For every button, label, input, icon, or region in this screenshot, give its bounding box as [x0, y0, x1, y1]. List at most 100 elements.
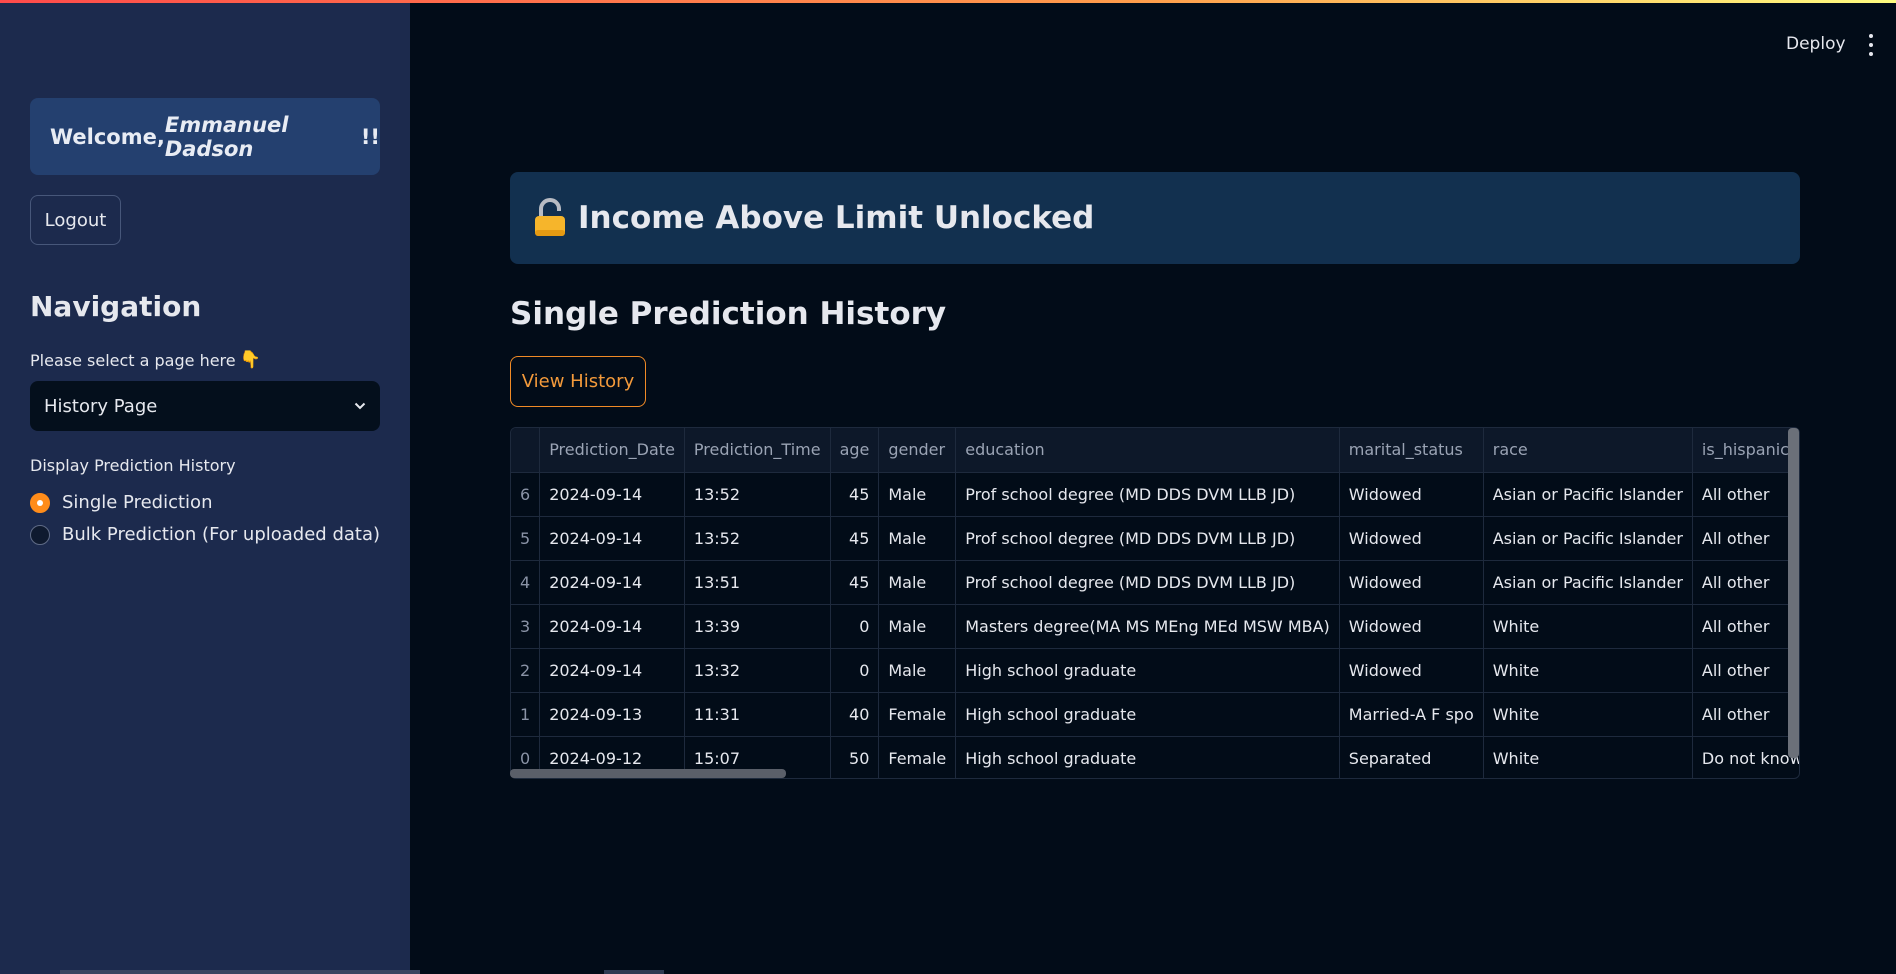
table-cell[interactable]: 13:51: [684, 560, 831, 605]
table-cell[interactable]: Asian or Pacific Islander: [1483, 516, 1693, 561]
table-cell[interactable]: White: [1483, 604, 1693, 649]
table-cell[interactable]: Widowed: [1339, 648, 1484, 693]
navigation-heading: Navigation: [30, 290, 202, 323]
table-cell[interactable]: Widowed: [1339, 516, 1484, 561]
table-cell[interactable]: 45: [830, 516, 880, 561]
table-cell[interactable]: Do not know: [1692, 736, 1799, 778]
page-select-label: Please select a page here 👇: [30, 350, 261, 370]
table-cell[interactable]: 0: [830, 604, 880, 649]
table-cell[interactable]: High school graduate: [955, 736, 1340, 778]
table-cell[interactable]: 40: [830, 692, 880, 737]
table-row[interactable]: 4 2024-09-14 13:51 45 Male Prof school degree…: [511, 560, 1799, 605]
table-cell[interactable]: Prof school degree (MD DDS DVM LLB JD): [955, 516, 1340, 561]
table-cell[interactable]: Widowed: [1339, 604, 1484, 649]
table-row[interactable]: 2 2024-09-14 13:32 0 Male High school graduat…: [511, 648, 1799, 693]
sidebar-scrollbar[interactable]: [60, 970, 420, 974]
table-cell[interactable]: Prof school degree (MD DDS DVM LLB JD): [955, 472, 1340, 517]
welcome-suffix: !!: [360, 124, 380, 149]
column-header-index[interactable]: [511, 428, 541, 473]
row-index-cell[interactable]: 1: [511, 692, 541, 737]
table-cell[interactable]: High school graduate: [955, 692, 1340, 737]
table-cell[interactable]: 2024-09-14: [539, 604, 685, 649]
radio-button-checked[interactable]: [30, 492, 50, 513]
table-row[interactable]: 1 2024-09-13 11:31 40 Female High school grad…: [511, 692, 1799, 737]
table-row[interactable]: 3 2024-09-14 13:39 0 Male Masters degree(MA M…: [511, 604, 1799, 649]
table-cell[interactable]: 2024-09-13: [539, 692, 685, 737]
table-cell[interactable]: 13:32: [684, 648, 831, 693]
page-select-value: History Page: [44, 395, 158, 417]
table-cell[interactable]: 13:39: [684, 604, 831, 649]
table-cell[interactable]: Female: [878, 736, 957, 778]
unlocked-padlock-icon: [535, 198, 565, 236]
table-cell[interactable]: 2024-09-14: [539, 472, 685, 517]
table-cell[interactable]: All other: [1692, 472, 1799, 517]
page-select[interactable]: History Page: [30, 381, 380, 431]
table-cell[interactable]: Married-A F spo: [1339, 692, 1484, 737]
table-row[interactable]: 6 2024-09-14 13:52 45 Male Prof school degree…: [511, 472, 1799, 517]
table-cell[interactable]: 13:52: [684, 472, 831, 517]
more-menu-icon[interactable]: [1866, 34, 1876, 56]
table-cell[interactable]: All other: [1692, 648, 1799, 693]
logout-button[interactable]: Logout: [30, 195, 121, 245]
table-cell[interactable]: Widowed: [1339, 560, 1484, 605]
top-decoration-bar: [0, 0, 1896, 3]
table-cell[interactable]: 2024-09-14: [539, 648, 685, 693]
row-index-cell[interactable]: 3: [511, 604, 541, 649]
horizontal-scrollbar[interactable]: [510, 769, 786, 778]
table-cell[interactable]: White: [1483, 692, 1693, 737]
table-cell[interactable]: 45: [830, 472, 880, 517]
table-cell[interactable]: Female: [878, 692, 957, 737]
column-header[interactable]: Prediction_Time: [684, 428, 831, 473]
welcome-prefix: Welcome,: [50, 124, 165, 149]
vertical-scrollbar[interactable]: [1788, 428, 1799, 758]
table-cell[interactable]: White: [1483, 736, 1693, 778]
history-table[interactable]: Prediction_Date Prediction_Time age gend…: [510, 427, 1800, 779]
deploy-button[interactable]: Deploy: [1786, 34, 1846, 54]
table-cell[interactable]: Male: [878, 516, 957, 561]
table-cell[interactable]: Asian or Pacific Islander: [1483, 560, 1693, 605]
column-header[interactable]: marital_status: [1339, 428, 1484, 473]
row-index-cell[interactable]: 5: [511, 516, 541, 561]
radio-single-prediction[interactable]: Single Prediction: [30, 492, 212, 513]
table-cell[interactable]: Male: [878, 560, 957, 605]
table-cell[interactable]: All other: [1692, 560, 1799, 605]
radio-bulk-prediction[interactable]: Bulk Prediction (For uploaded data): [30, 524, 380, 545]
table-cell[interactable]: 50: [830, 736, 880, 778]
radio-label: Bulk Prediction (For uploaded data): [62, 524, 381, 545]
column-header[interactable]: education: [955, 428, 1340, 473]
table-cell[interactable]: 2024-09-14: [539, 560, 685, 605]
table-cell[interactable]: High school graduate: [955, 648, 1340, 693]
table-cell[interactable]: All other: [1692, 692, 1799, 737]
row-index-cell[interactable]: 6: [511, 472, 541, 517]
table-cell[interactable]: 0: [830, 648, 880, 693]
table-cell[interactable]: All other: [1692, 604, 1799, 649]
table-row[interactable]: 5 2024-09-14 13:52 45 Male Prof school degree…: [511, 516, 1799, 561]
view-history-button[interactable]: View History: [510, 356, 646, 407]
table-cell[interactable]: 2024-09-14: [539, 516, 685, 561]
column-header[interactable]: age: [830, 428, 880, 473]
column-header[interactable]: race: [1483, 428, 1693, 473]
table-cell[interactable]: Asian or Pacific Islander: [1483, 472, 1693, 517]
main-scrollbar[interactable]: [604, 970, 664, 974]
table-cell[interactable]: 45: [830, 560, 880, 605]
column-header[interactable]: gender: [878, 428, 957, 473]
column-header[interactable]: is_hispanic: [1692, 428, 1799, 473]
table-cell[interactable]: Widowed: [1339, 472, 1484, 517]
table-cell[interactable]: Prof school degree (MD DDS DVM LLB JD): [955, 560, 1340, 605]
table-cell[interactable]: All other: [1692, 516, 1799, 561]
user-name: Emmanuel Dadson: [164, 112, 289, 161]
data-table: Prediction_Date Prediction_Time age gend…: [511, 428, 1799, 778]
table-cell[interactable]: Male: [878, 604, 957, 649]
radio-button[interactable]: [30, 524, 50, 545]
table-cell[interactable]: White: [1483, 648, 1693, 693]
table-cell[interactable]: Male: [878, 648, 957, 693]
table-cell[interactable]: Separated: [1339, 736, 1484, 778]
table-cell[interactable]: Masters degree(MA MS MEng MEd MSW MBA): [955, 604, 1340, 649]
sidebar: Welcome, Emmanuel Dadson !! Logout Navig…: [0, 0, 420, 974]
row-index-cell[interactable]: 4: [511, 560, 541, 605]
column-header[interactable]: Prediction_Date: [539, 428, 685, 473]
table-cell[interactable]: Male: [878, 472, 957, 517]
row-index-cell[interactable]: 2: [511, 648, 541, 693]
table-cell[interactable]: 11:31: [684, 692, 831, 737]
table-cell[interactable]: 13:52: [684, 516, 831, 561]
